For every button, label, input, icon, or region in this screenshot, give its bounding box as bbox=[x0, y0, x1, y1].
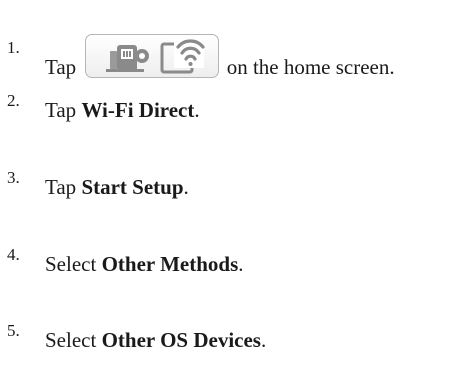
step-prefix: Select bbox=[45, 328, 102, 352]
step-prefix: Select bbox=[45, 252, 102, 276]
step-prefix: Tap bbox=[45, 55, 77, 79]
wifi-tablet-icon bbox=[160, 38, 206, 74]
step-target-label: Other OS Devices bbox=[101, 328, 261, 352]
step-prefix: Tap bbox=[45, 98, 82, 122]
step-suffix: . bbox=[194, 98, 200, 122]
step-4: 4. Select Other Methods. bbox=[0, 242, 467, 282]
step-prefix: Tap bbox=[45, 175, 82, 199]
step-suffix: . bbox=[260, 328, 267, 352]
step-suffix: . bbox=[238, 252, 244, 276]
step-target-label: Start Setup bbox=[81, 175, 184, 199]
network-status-icon-button bbox=[85, 34, 220, 78]
step-target-label: Other Methods bbox=[101, 252, 239, 276]
step-3: 3. Tap Start Setup. bbox=[0, 165, 467, 205]
step-suffix: . bbox=[183, 175, 189, 199]
step-number: 4. bbox=[7, 245, 20, 264]
step-5: 5. Select Other OS Devices. bbox=[0, 318, 467, 358]
step-text: Tap Wi-Fi Direct. bbox=[45, 98, 200, 122]
step-number: 2. bbox=[7, 91, 20, 110]
step-1: 1. Tap on the home screen. bbox=[0, 0, 467, 79]
step-2: 2. Tap Wi-Fi Direct. bbox=[0, 88, 467, 128]
step-text: Tap on the home screen. bbox=[45, 34, 395, 79]
step-suffix: on the home screen. bbox=[226, 55, 395, 79]
step-text: Select Other OS Devices. bbox=[45, 328, 266, 352]
printer-network-icon bbox=[106, 45, 150, 72]
step-number: 1. bbox=[7, 38, 20, 57]
step-target-label: Wi-Fi Direct bbox=[81, 98, 195, 122]
step-text: Select Other Methods. bbox=[45, 252, 244, 276]
step-number: 3. bbox=[7, 168, 20, 187]
step-text: Tap Start Setup. bbox=[45, 175, 189, 199]
step-number: 5. bbox=[7, 321, 20, 340]
